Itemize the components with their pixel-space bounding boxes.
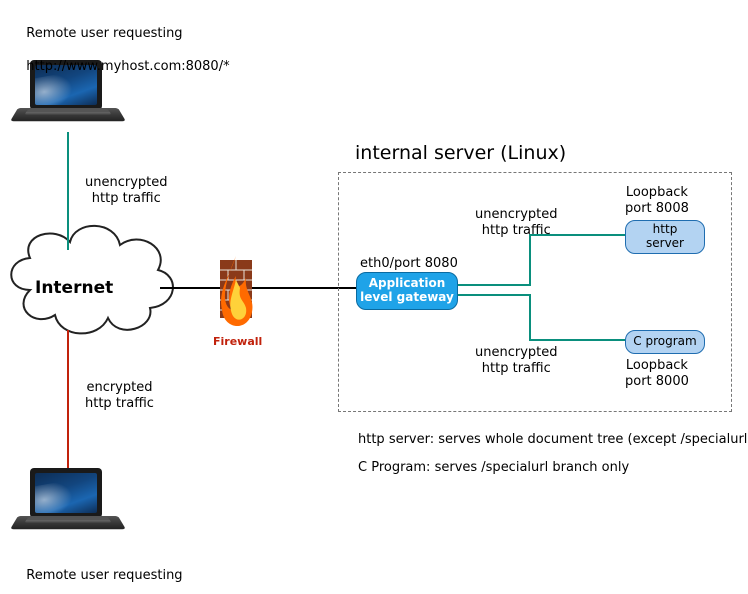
laptop-bottom-icon — [18, 468, 118, 543]
c-program-node: C program — [625, 330, 705, 354]
firewall-label: Firewall — [213, 335, 262, 348]
eth0-label: eth0/port 8080 — [360, 256, 458, 272]
loopback-http-label: Loopback port 8008 — [625, 185, 689, 218]
note-c-program: C Program: serves /specialurl branch onl… — [358, 460, 629, 476]
bottom-user-line1: Remote user requesting — [26, 568, 182, 583]
label-gw-http-traffic: unencrypted http traffic — [475, 207, 558, 240]
loopback-c-label: Loopback port 8000 — [625, 358, 689, 391]
top-user-line1: Remote user requesting — [26, 26, 182, 41]
application-gateway-node: Application level gateway — [356, 272, 458, 310]
firewall-icon — [220, 256, 253, 326]
label-gw-c-traffic: unencrypted http traffic — [475, 345, 558, 378]
bottom-user-caption: Remote user requesting http://www.myhost… — [18, 552, 286, 594]
top-user-line2: http://www.myhost.com:8080/* — [26, 59, 229, 74]
label-top-traffic: unencrypted http traffic — [85, 175, 168, 208]
label-bottom-traffic: encrypted http traffic — [85, 380, 154, 413]
http-server-node: http server — [625, 220, 705, 254]
internet-label: Internet — [35, 278, 113, 299]
top-user-caption: Remote user requesting http://www.myhost… — [18, 10, 230, 75]
note-http-server: http server: serves whole document tree … — [358, 432, 748, 448]
internal-server-title: internal server (Linux) — [355, 142, 566, 166]
